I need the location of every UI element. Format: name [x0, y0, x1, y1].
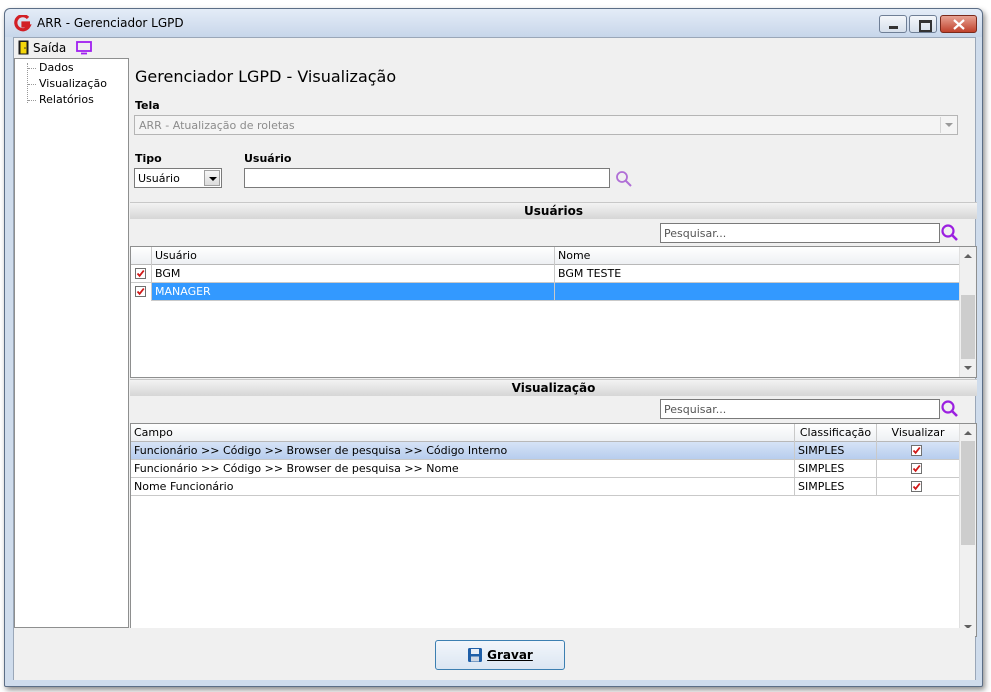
cell-campo: Funcionário >> Código >> Browser de pesq…	[131, 442, 795, 460]
tipo-label: Tipo	[135, 152, 162, 165]
column-header-campo[interactable]: Campo	[131, 424, 795, 442]
close-button[interactable]	[940, 15, 977, 33]
cell-nome: BGM TESTE	[555, 265, 960, 283]
scroll-down-icon[interactable]	[960, 360, 976, 377]
exit-label: Saída	[33, 40, 67, 55]
tela-select: ARR - Atualização de roletas	[134, 115, 958, 135]
cell-visualizar[interactable]	[877, 478, 960, 496]
view-grid-header: Campo Classificação Visualizar	[131, 424, 960, 442]
checkbox[interactable]	[135, 268, 146, 279]
cell-classificacao: SIMPLES	[795, 442, 877, 460]
users-search-input[interactable]: Pesquisar...	[660, 223, 940, 243]
tipo-select[interactable]: Usuário	[134, 168, 222, 188]
tree-connector	[27, 63, 28, 103]
chevron-down-icon[interactable]	[204, 170, 220, 186]
tela-select-value: ARR - Atualização de roletas	[139, 119, 295, 132]
tree-connector	[28, 68, 36, 69]
save-button-label: Gravar	[487, 648, 533, 662]
scrollbar-thumb[interactable]	[961, 295, 975, 359]
floppy-disk-icon	[468, 648, 483, 662]
view-grid: Campo Classificação Visualizar Funcionár…	[130, 423, 977, 637]
table-row[interactable]: Nome Funcionário SIMPLES	[131, 478, 960, 496]
title-bar[interactable]: ARR - Gerenciador LGPD	[5, 9, 982, 37]
monitor-icon[interactable]	[76, 41, 92, 55]
save-button[interactable]: Gravar	[435, 640, 565, 670]
column-header-usuario[interactable]: Usuário	[152, 247, 555, 265]
usuario-label: Usuário	[244, 152, 292, 165]
cell-campo: Nome Funcionário	[131, 478, 795, 496]
close-icon	[953, 19, 965, 30]
tela-label: Tela	[135, 99, 160, 112]
visualizar-checkbox[interactable]	[911, 481, 922, 492]
chevron-down-icon	[940, 117, 956, 133]
tree-item-relatorios[interactable]: Relatórios	[39, 93, 94, 106]
column-header-classificacao[interactable]: Classificação	[795, 424, 877, 442]
page-title: Gerenciador LGPD - Visualização	[135, 67, 397, 86]
tree-item-dados[interactable]: Dados	[39, 61, 74, 74]
footer-bar: Gravar	[14, 628, 975, 680]
cell-nome	[555, 283, 960, 301]
view-grid-scrollbar[interactable]	[959, 424, 976, 636]
client-area: Saída Dados Visualização Relatórios Gere…	[13, 37, 977, 680]
exit-menu-item[interactable]: Saída	[16, 39, 68, 56]
users-grid-header: Usuário Nome	[131, 247, 960, 265]
users-section-header: Usuários	[130, 202, 977, 219]
main-panel: Gerenciador LGPD - Visualização Tela ARR…	[130, 58, 977, 637]
column-header-visualizar[interactable]: Visualizar	[877, 424, 960, 442]
scroll-up-icon[interactable]	[960, 247, 976, 264]
cell-classificacao: SIMPLES	[795, 460, 877, 478]
table-row[interactable]: Funcionário >> Código >> Browser de pesq…	[131, 460, 960, 478]
scrollbar-thumb[interactable]	[961, 441, 975, 545]
users-grid-scrollbar[interactable]	[959, 247, 976, 377]
menu-bar: Saída	[14, 38, 975, 58]
visualizar-checkbox[interactable]	[911, 463, 922, 474]
checkmark-icon	[912, 482, 921, 491]
navigation-tree: Dados Visualização Relatórios	[14, 58, 129, 628]
scroll-up-icon[interactable]	[960, 424, 976, 441]
main-window: ARR - Gerenciador LGPD Saída Dados Visua…	[4, 8, 983, 687]
table-row-selected[interactable]: MANAGER	[131, 283, 960, 301]
visualizar-checkbox[interactable]	[911, 445, 922, 456]
cell-campo: Funcionário >> Código >> Browser de pesq…	[131, 460, 795, 478]
window-title: ARR - Gerenciador LGPD	[37, 16, 184, 30]
checkmark-icon	[912, 446, 921, 455]
cell-usuario: BGM	[152, 265, 555, 283]
view-search-input[interactable]: Pesquisar...	[660, 399, 940, 419]
tree-connector	[28, 84, 36, 85]
search-icon[interactable]	[615, 170, 633, 188]
minimize-button[interactable]	[879, 15, 907, 33]
exit-door-icon	[18, 40, 29, 55]
tree-connector	[28, 100, 36, 101]
cell-usuario: MANAGER	[152, 283, 555, 301]
table-row[interactable]: BGM BGM TESTE	[131, 265, 960, 283]
cell-visualizar[interactable]	[877, 460, 960, 478]
search-icon[interactable]	[940, 399, 960, 419]
app-logo-icon	[14, 15, 32, 32]
view-section-header: Visualização	[130, 379, 977, 396]
tree-item-visualizacao[interactable]: Visualização	[39, 77, 107, 90]
users-grid: Usuário Nome BGM BGM TESTE MANAGER	[130, 246, 977, 378]
tipo-select-value: Usuário	[138, 172, 180, 185]
checkmark-icon	[912, 464, 921, 473]
checkmark-icon	[136, 269, 145, 278]
usuario-input[interactable]	[244, 168, 610, 188]
users-search-placeholder: Pesquisar...	[664, 227, 727, 240]
row-checkbox-cell[interactable]	[131, 283, 152, 301]
checkbox[interactable]	[135, 286, 146, 297]
row-checkbox-cell[interactable]	[131, 265, 152, 283]
view-search-placeholder: Pesquisar...	[664, 403, 727, 416]
search-icon[interactable]	[940, 223, 960, 243]
checkmark-icon	[136, 287, 145, 296]
column-header-nome[interactable]: Nome	[555, 247, 960, 265]
table-row-selected[interactable]: Funcionário >> Código >> Browser de pesq…	[131, 442, 960, 460]
cell-classificacao: SIMPLES	[795, 478, 877, 496]
maximize-button[interactable]	[909, 15, 937, 33]
checkbox-column-header	[131, 247, 152, 265]
cell-visualizar[interactable]	[877, 442, 960, 460]
